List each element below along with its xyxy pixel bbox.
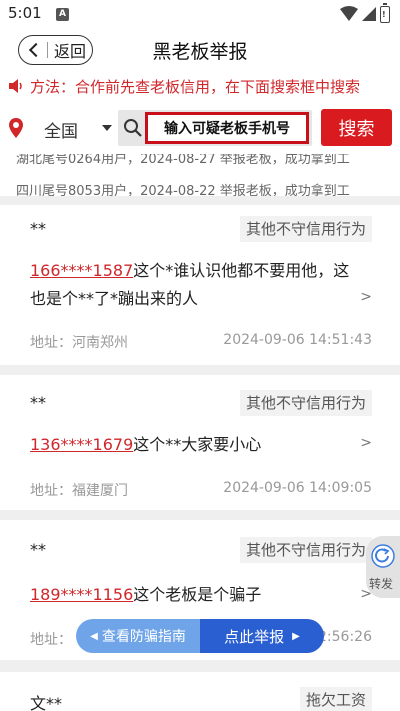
report-card[interactable]: ** 其他不守信用行为 166****1587这个*谁认识他都不要用他，这也是个… — [0, 205, 400, 365]
guide-label: 查看防骗指南 — [101, 629, 186, 645]
dropdown-arrow-icon[interactable] — [102, 125, 112, 131]
report-time: 2024-09-06 14:09:05 — [223, 480, 372, 496]
notification-badge-icon: A — [56, 8, 69, 21]
search-input[interactable]: 输入可疑老板手机号 — [145, 112, 309, 144]
search-field[interactable]: 输入可疑老板手机号 — [118, 110, 312, 146]
share-label: 转发 — [369, 577, 394, 591]
chevron-right-icon[interactable]: > — [360, 289, 372, 305]
report-text: 这个老板是个骗子 — [133, 585, 262, 604]
region-select[interactable]: 全国 — [44, 117, 78, 142]
ticker-item: 四川尾号8053用户，2024-08-22 举报老板，成功拿到工 — [16, 184, 350, 196]
share-icon — [371, 544, 395, 568]
report-time: 2024-09-06 14:51:43 — [223, 332, 372, 348]
report-card[interactable]: ** 其他不守信用行为 136****1679这个**大家要小心 > 地址：福建… — [0, 375, 400, 510]
report-author: ** — [30, 393, 46, 412]
signal-icon — [362, 7, 376, 21]
anti-fraud-guide-button[interactable]: ◀ 查看防骗指南 — [76, 619, 200, 653]
report-tag: 拖欠工资 — [299, 687, 372, 711]
reported-phone-link[interactable]: 166****1587 — [30, 261, 133, 280]
nav-bar: 黑老板举报 返回 — [0, 30, 400, 70]
report-author: ** — [30, 219, 46, 238]
reported-phone-link[interactable]: 189****1156 — [30, 585, 133, 604]
report-text: 这个**大家要小心 — [133, 435, 262, 454]
report-address: 地址： — [30, 632, 72, 648]
report-address: 地址：河南郑州 — [30, 335, 128, 351]
share-button[interactable]: 转发 — [366, 536, 400, 598]
search-button[interactable]: 搜索 — [321, 109, 392, 146]
triangle-right-icon: ▶ — [292, 630, 300, 642]
report-author: 文** — [30, 694, 63, 711]
back-label: 返回 — [54, 42, 87, 61]
speaker-icon — [9, 79, 22, 93]
location-pin-icon — [9, 118, 23, 138]
report-card[interactable]: 文** 拖欠工资 — [0, 672, 400, 711]
report-tag: 其他不守信用行为 — [239, 216, 372, 242]
back-button[interactable]: 返回 — [18, 35, 93, 65]
back-divider — [47, 42, 48, 58]
search-icon — [124, 119, 142, 137]
battery-icon: ! — [380, 3, 390, 23]
report-author: ** — [30, 540, 46, 559]
report-ticker: 湖北尾号0264用户，2024-08-27 举报老板，成功拿到工 四川尾号805… — [0, 154, 400, 196]
report-content: 166****1587这个*谁认识他都不要用他，这也是个**了*蹦出来的人 — [30, 257, 360, 313]
report-tag: 其他不守信用行为 — [239, 537, 372, 563]
report-content: 136****1679这个**大家要小心 — [30, 431, 360, 459]
notice-text: 方法：合作前先查老板信用，在下面搜索框中搜索 — [30, 77, 361, 96]
report-time: 2:56:26 — [318, 629, 372, 645]
reported-phone-link[interactable]: 136****1679 — [30, 435, 133, 454]
report-button[interactable]: 点此举报 ▶ — [200, 619, 324, 653]
status-time: 5:01 — [8, 4, 42, 22]
report-label: 点此举报 — [224, 627, 285, 646]
chevron-left-icon — [28, 42, 44, 58]
report-content: 189****1156这个老板是个骗子 — [30, 581, 360, 609]
search-bar: 全国 输入可疑老板手机号 搜索 — [0, 102, 400, 154]
status-bar: 5:01 A ! — [0, 0, 400, 30]
report-tag: 其他不守信用行为 — [239, 390, 372, 416]
ticker-item: 湖北尾号0264用户，2024-08-27 举报老板，成功拿到工 — [16, 154, 350, 167]
triangle-left-icon: ◀ — [90, 630, 98, 642]
wifi-icon — [340, 6, 358, 21]
chevron-right-icon[interactable]: > — [360, 435, 372, 451]
notice-bar: 方法：合作前先查老板信用，在下面搜索框中搜索 — [0, 70, 400, 102]
report-address: 地址：福建厦门 — [30, 483, 128, 499]
